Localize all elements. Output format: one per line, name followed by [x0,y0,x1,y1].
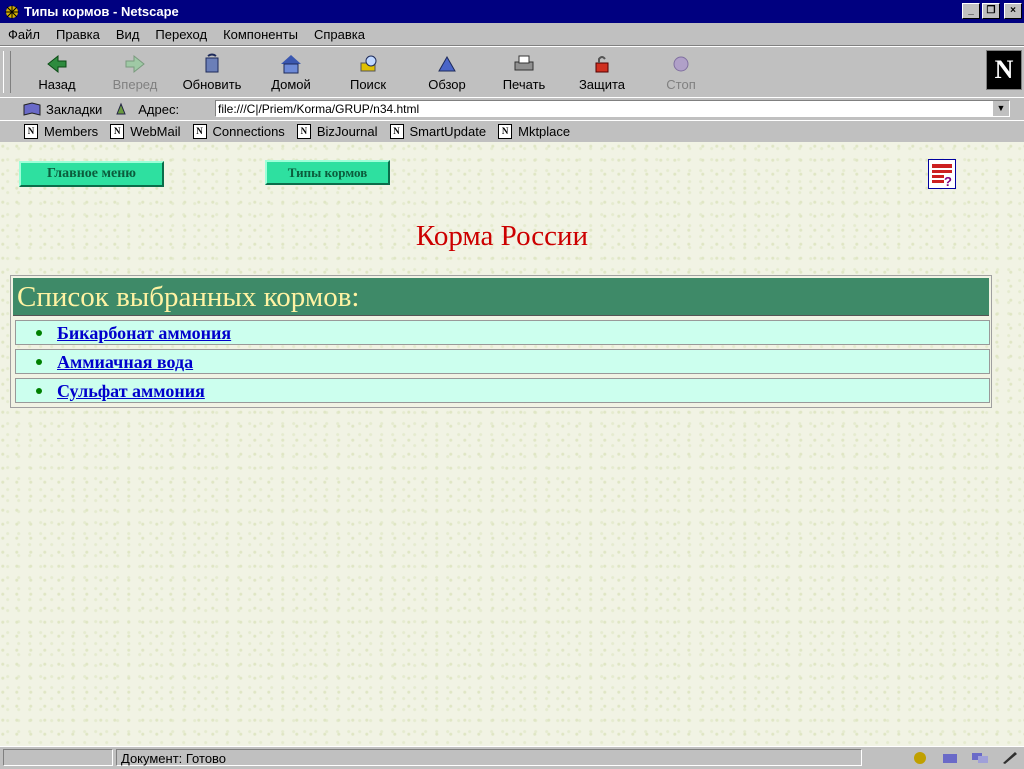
page-proxy-icon[interactable] [114,101,128,117]
bookmarks-button[interactable]: Закладки [22,101,102,117]
personal-link-label: BizJournal [316,124,378,139]
home-button[interactable]: Домой [256,51,326,95]
stop-button[interactable]: Стоп [646,51,716,95]
status-text: Документ: Готово [116,749,862,766]
menu-file[interactable]: Файл [0,27,48,42]
forward-label: Вперед [112,77,158,92]
back-arrow-icon [47,54,67,74]
page-icon: N [498,124,513,139]
feed-link-ammonium-sulfate[interactable]: Сульфат аммония [57,381,205,402]
window-title: Типы кормов - Netscape [24,4,179,19]
menu-edit[interactable]: Правка [48,27,108,42]
status-bar: Документ: Готово [0,746,1024,769]
forward-arrow-icon [125,54,145,74]
menu-bar: Файл Правка Вид Переход Компоненты Справ… [0,23,1024,46]
guide-button[interactable]: Обзор [412,51,482,95]
address-url: file:///C|/Priem/Korma/GRUP/n34.html [218,102,420,116]
home-label: Домой [271,77,311,92]
personal-link-webmail[interactable]: N WebMail [110,124,181,139]
personal-link-connections[interactable]: N Connections [192,124,285,139]
list-header: Список выбранных кормов: [13,278,989,316]
guide-icon [438,55,456,72]
window-controls: _ ❐ × [960,3,1022,19]
page-title: Корма России [415,220,589,252]
discussions-icon[interactable] [970,750,990,765]
search-label: Поиск [349,77,387,92]
bookmarks-label: Закладки [46,101,103,117]
reload-icon [205,53,219,73]
bookmarks-icon [23,102,41,116]
minimize-button[interactable]: _ [962,3,980,19]
navigation-toolbar: Назад Вперед Обновить Домой Поиск Обзор … [0,46,1024,98]
personal-link-mktplace[interactable]: N Mktplace [498,124,570,139]
personal-link-label: Connections [212,124,285,139]
personal-link-label: SmartUpdate [409,124,487,139]
feed-list-table: Список выбранных кормов: Бикарбонат аммо… [10,275,992,408]
feed-link-ammonium-bicarbonate[interactable]: Бикарбонат аммония [57,323,231,344]
svg-text:?: ? [944,174,952,188]
security-label: Защита [578,77,626,92]
title-bar: Типы кормов - Netscape _ ❐ × [0,0,1024,23]
mail-icon[interactable] [940,750,960,765]
netscape-app-icon[interactable] [4,4,20,20]
bullet-icon [36,359,42,365]
personal-toolbar: N Members N WebMail N Connections N BizJourn… [0,120,1024,143]
address-label: Адрес: [138,101,180,117]
stop-label: Стоп [666,77,696,92]
menu-help[interactable]: Справка [306,27,373,42]
list-item: Аммиачная вода [15,349,990,374]
printer-icon [514,55,534,71]
help-icon[interactable]: ? [928,159,956,189]
address-dropdown-icon[interactable]: ▼ [992,101,1009,116]
search-icon [360,55,377,72]
menu-go[interactable]: Переход [147,27,215,42]
personal-link-members[interactable]: N Members [24,124,98,139]
back-label: Назад [38,77,76,92]
personal-link-label: Members [44,124,99,139]
print-label: Печать [502,77,546,92]
toolbar-grip[interactable] [3,51,11,93]
lock-icon [595,56,609,73]
page-icon: N [192,124,207,139]
page-icon: N [296,124,311,139]
guide-label: Обзор [428,77,466,92]
personal-link-smartupdate[interactable]: N SmartUpdate [389,124,487,139]
bullet-icon [36,388,42,394]
list-item: Сульфат аммония [15,378,990,403]
reload-label: Обновить [182,77,242,92]
component-bar [910,750,1020,765]
search-button[interactable]: Поиск [333,51,403,95]
security-button[interactable]: Защита [567,51,637,95]
list-item: Бикарбонат аммония [15,320,990,345]
maximize-button[interactable]: ❐ [982,3,1000,19]
main-menu-button[interactable]: Главное меню [19,161,164,187]
stop-icon [673,56,689,72]
location-toolbar: Закладки Адрес: file:///C|/Priem/Korma/G… [0,97,1024,121]
close-button[interactable]: × [1004,3,1022,19]
personal-link-bizjournal[interactable]: N BizJournal [296,124,378,139]
print-button[interactable]: Печать [489,51,559,95]
home-icon [281,55,301,74]
personal-link-label: Mktplace [518,124,571,139]
menu-view[interactable]: Вид [108,27,148,42]
feed-link-ammonia-water[interactable]: Аммиачная вода [57,352,193,373]
netscape-logo[interactable]: N [986,50,1022,90]
page-icon: N [389,124,404,139]
page-icon: N [24,124,38,139]
back-button[interactable]: Назад [22,51,92,95]
page-content: Главное меню Типы кормов ? Корма России … [0,142,1024,746]
feed-types-button[interactable]: Типы кормов [265,160,390,185]
page-icon: N [110,124,125,139]
menu-components[interactable]: Компоненты [215,27,306,42]
forward-button[interactable]: Вперед [100,51,170,95]
personal-link-label: WebMail [130,124,181,139]
bullet-icon [36,330,42,336]
reload-button[interactable]: Обновить [177,51,247,95]
composer-icon[interactable] [1000,750,1020,765]
address-input[interactable]: file:///C|/Priem/Korma/GRUP/n34.html ▼ [215,100,1010,117]
navigator-icon[interactable] [910,750,930,765]
progress-cell [3,749,113,766]
